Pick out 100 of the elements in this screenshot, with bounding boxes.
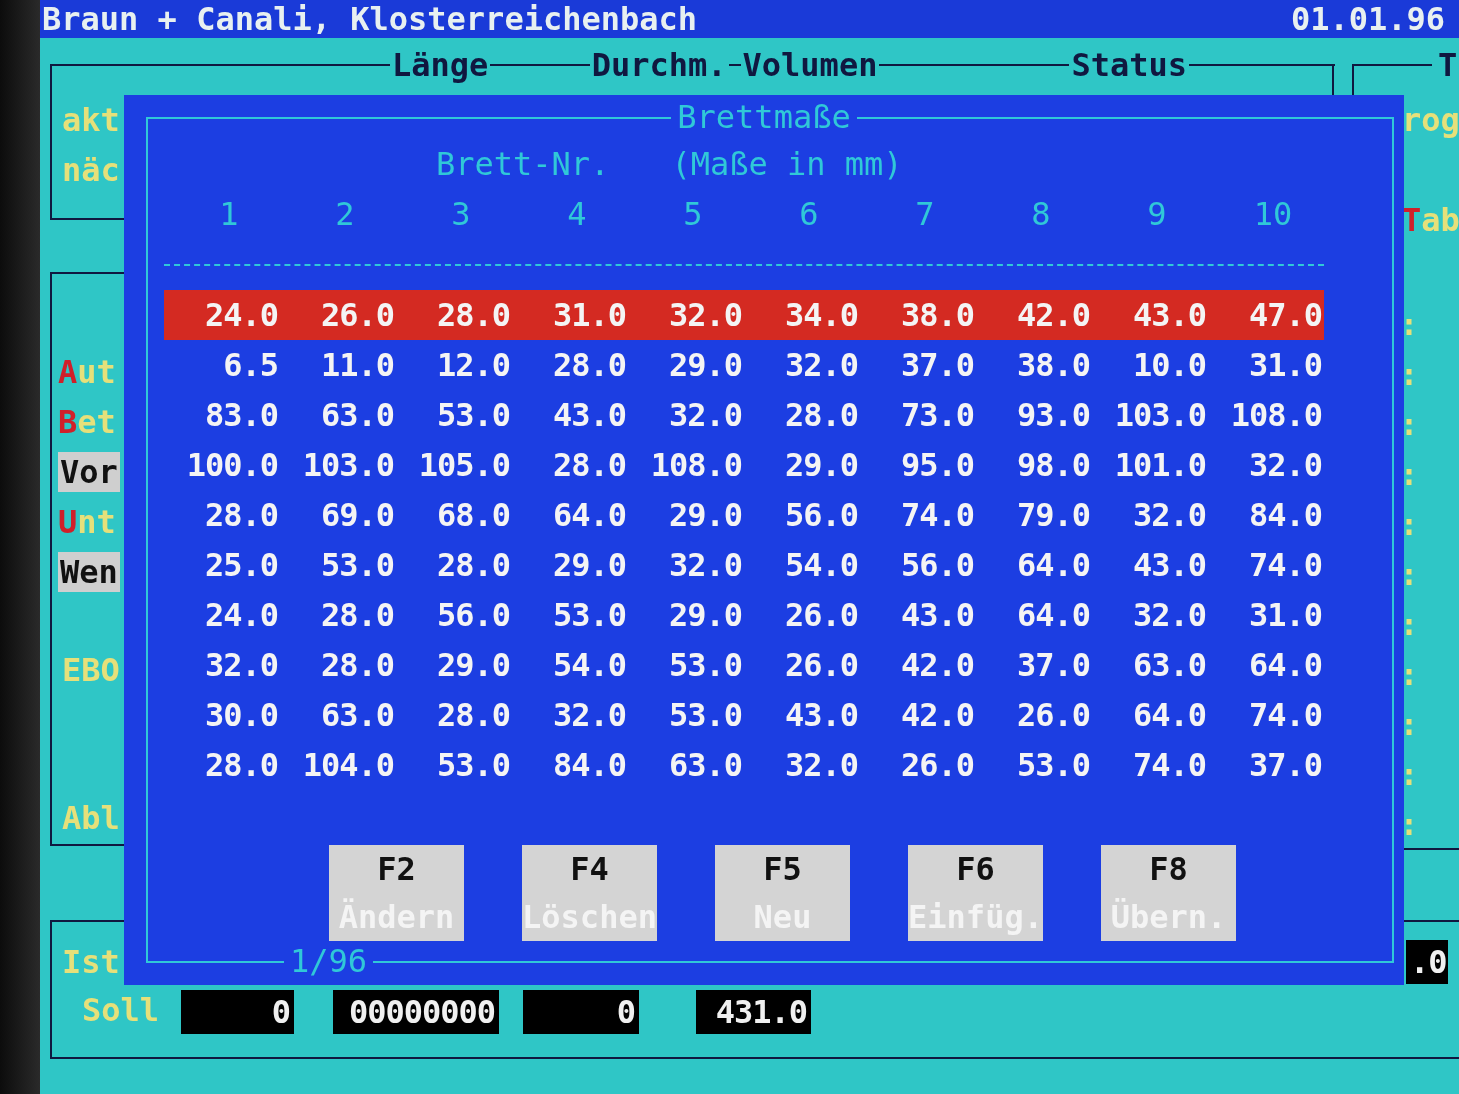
table-row[interactable]: 30.0 63.0 28.0 32.0 53.0 43.0 42.0 26.0 64.0 74.0	[164, 690, 1324, 740]
table-row[interactable]: 6.5 11.0 12.0 28.0 29.0 32.0 37.0 38.0 10.0 31.0	[164, 340, 1324, 390]
value-field: 0	[523, 990, 639, 1034]
table-cell-text: 26.0	[319, 295, 395, 336]
table-cell-text: 29.0	[435, 645, 511, 686]
table-cell-text: 10.0	[1131, 345, 1207, 386]
table-cell-text: 93.0	[1015, 395, 1091, 436]
table-cell-text: 37.0	[1015, 645, 1091, 686]
table-cell-text: 24.0	[203, 595, 279, 636]
table-row[interactable]: 32.0 28.0 29.0 54.0 53.0 26.0 42.0 37.0 63.0 64.0	[164, 640, 1324, 690]
table-cell-text: 53.0	[1015, 745, 1091, 786]
table-cell-text: 64.0	[551, 495, 627, 536]
table-cell-text: 29.0	[783, 445, 859, 486]
table-cell-text: 43.0	[551, 395, 627, 436]
table-cell-text: 64.0	[1015, 595, 1091, 636]
table-cell-text: 31.0	[1247, 595, 1323, 636]
column-number: 1	[218, 194, 240, 235]
table-cell-text: 103.0	[301, 445, 395, 486]
value-field: .0	[1406, 940, 1448, 984]
table-cell-text: 79.0	[1015, 495, 1091, 536]
column-number: 4	[566, 194, 588, 235]
table-cell-text: 84.0	[551, 745, 627, 786]
table-row[interactable]: 24.0 28.0 56.0 53.0 29.0 26.0 43.0 64.0 32.0 31.0	[164, 590, 1324, 640]
table-cell-text: 26.0	[783, 595, 859, 636]
row-label: EBO	[62, 650, 120, 690]
table-cell-text: 64.0	[1247, 645, 1323, 686]
table-cell-text: 53.0	[319, 545, 395, 586]
table-cell-text: 37.0	[899, 345, 975, 386]
table-row[interactable]: 24.0 26.0 28.0 31.0 32.0 34.0 38.0 42.0 43.0 47.0	[164, 290, 1324, 340]
separator-mark: :	[1400, 556, 1419, 594]
table-cell-text: 63.0	[319, 395, 395, 436]
separator-mark: :	[1400, 756, 1419, 794]
menu-item[interactable]: Wen	[58, 552, 120, 592]
column-number: 3	[450, 194, 472, 235]
column-number: 7	[914, 194, 936, 235]
table-cell-text: 53.0	[435, 745, 511, 786]
table-cell-text: 32.0	[1131, 595, 1207, 636]
table-cell-text: 29.0	[667, 345, 743, 386]
table-cell-text: 32.0	[783, 345, 859, 386]
table-row[interactable]: 28.0 104.0 53.0 84.0 63.0 32.0 26.0 53.0 74.0 37.0	[164, 740, 1324, 790]
table-cell-text: 26.0	[899, 745, 975, 786]
table-cell-text: 38.0	[899, 295, 975, 336]
table-cell-text: 74.0	[1247, 545, 1323, 586]
table-cell-text: 103.0	[1113, 395, 1207, 436]
table-cell-text: 31.0	[551, 295, 627, 336]
table-cell-text: 42.0	[899, 695, 975, 736]
table-cell-text: 64.0	[1131, 695, 1207, 736]
table-cell-text: 95.0	[899, 445, 975, 486]
table-row[interactable]: 25.0 53.0 28.0 29.0 32.0 54.0 56.0 64.0 43.0 74.0	[164, 540, 1324, 590]
table-cell-text: 26.0	[1015, 695, 1091, 736]
subtitle: Brett-Nr.	[436, 145, 610, 183]
column-number: 10	[1252, 194, 1294, 235]
table-cell-text: 63.0	[667, 745, 743, 786]
separator-mark: :	[1400, 406, 1419, 444]
menu-item[interactable]: Vor	[58, 452, 120, 492]
column-number: 6	[798, 194, 820, 235]
table-cell-text: 43.0	[899, 595, 975, 636]
table-cell-text: 29.0	[551, 545, 627, 586]
company-title: Braun + Canali, Klosterreichenbach	[42, 0, 698, 38]
table-cell-text: 56.0	[435, 595, 511, 636]
side-label: Tab	[1402, 200, 1459, 240]
table-cell-text: 43.0	[1131, 295, 1207, 336]
separator-mark: :	[1400, 656, 1419, 694]
table-cell-text: 28.0	[203, 495, 279, 536]
table-cell-text: 47.0	[1247, 295, 1323, 336]
column-number: 8	[1030, 194, 1052, 235]
table-cell-text: 104.0	[301, 745, 395, 786]
side-label: rog	[1402, 100, 1459, 140]
table-cell-text: 28.0	[551, 445, 627, 486]
table-cell-text: 26.0	[783, 645, 859, 686]
table-cell-text: 28.0	[551, 345, 627, 386]
separator-mark: :	[1400, 806, 1419, 844]
table-cell-text: 31.0	[1247, 345, 1323, 386]
table-cell-text: 37.0	[1247, 745, 1323, 786]
separator-mark: :	[1400, 606, 1419, 644]
table-row[interactable]: 83.0 63.0 53.0 43.0 32.0 28.0 73.0 93.0 103.0 108.0	[164, 390, 1324, 440]
table-cell-text: 54.0	[551, 645, 627, 686]
table-row[interactable]: 28.0 69.0 68.0 64.0 29.0 56.0 74.0 79.0 32.0 84.0	[164, 490, 1324, 540]
separator-mark: :	[1400, 456, 1419, 494]
table-cell-text: 43.0	[1131, 545, 1207, 586]
table-cell-text: 53.0	[667, 645, 743, 686]
table-cell-text: 100.0	[185, 445, 279, 486]
table-cell-text: 101.0	[1113, 445, 1207, 486]
separator-mark: :	[1400, 506, 1419, 544]
row-label: Abl	[62, 798, 120, 838]
table-row[interactable]: 100.0 103.0 105.0 28.0 108.0 29.0 95.0 98.0 101.0 32.0	[164, 440, 1324, 490]
table-cell-text: 29.0	[667, 495, 743, 536]
table-cell-text: 69.0	[319, 495, 395, 536]
table-cell-text: 63.0	[319, 695, 395, 736]
table-cell-text: 30.0	[203, 695, 279, 736]
table-cell-text: 74.0	[1131, 745, 1207, 786]
separator-mark: :	[1400, 356, 1419, 394]
table-cell-text: 32.0	[1247, 445, 1323, 486]
table-cell-text: 25.0	[203, 545, 279, 586]
table-cell-text: 54.0	[783, 545, 859, 586]
table-cell-text: 28.0	[319, 595, 395, 636]
table-cell-text: 28.0	[435, 695, 511, 736]
table-cell-text: 32.0	[783, 745, 859, 786]
table-cell-text: 43.0	[783, 695, 859, 736]
table-cell-text: 28.0	[319, 645, 395, 686]
